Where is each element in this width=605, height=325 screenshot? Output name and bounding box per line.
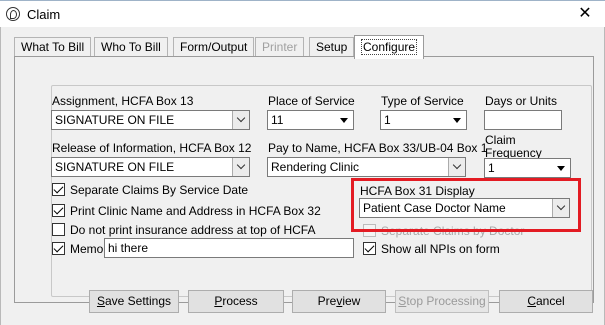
pay-to-name-value: Rendering Clinic [271, 160, 360, 174]
assignment-label: Assignment, HCFA Box 13 [52, 94, 194, 108]
claim-frequency-label-line1: Claim [485, 133, 516, 147]
preview-label-end: iew [342, 294, 361, 308]
print-clinic-name-label: Print Clinic Name and Address in HCFA Bo… [70, 204, 321, 218]
pay-to-name-label: Pay to Name, HCFA Box 33/UB-04 Box 1 [268, 141, 488, 155]
release-info-select[interactable]: SIGNATURE ON FILE [51, 157, 250, 177]
memo-checkbox[interactable] [52, 242, 65, 255]
release-info-label: Release of Information, HCFA Box 12 [52, 141, 252, 155]
cancel-mnemonic: C [527, 294, 536, 308]
tab-form-output[interactable]: Form/Output [173, 37, 255, 57]
close-button[interactable]: ✕ [572, 4, 598, 24]
tab-setup[interactable]: Setup [309, 37, 355, 57]
release-info-value: SIGNATURE ON FILE [55, 160, 175, 174]
memo-input[interactable]: hi there [104, 238, 354, 258]
stop-processing-button: Stop Processing [395, 290, 489, 313]
no-insurance-address-checkbox[interactable] [52, 223, 65, 236]
type-of-service-value: 1 [384, 113, 391, 127]
title-bar: Claim ✕ [0, 0, 605, 27]
separate-claims-date-label: Separate Claims By Service Date [70, 183, 249, 197]
process-button[interactable]: Process [188, 290, 284, 313]
chevron-down-icon[interactable] [448, 158, 465, 176]
no-insurance-address-label: Do not print insurance address at top of… [70, 223, 316, 237]
app-logo-icon [6, 7, 20, 21]
highlight-box [351, 178, 581, 232]
window-title: Claim [27, 7, 61, 22]
show-all-npis-checkbox[interactable] [363, 242, 376, 255]
type-of-service-label: Type of Service [381, 94, 464, 108]
chevron-down-icon[interactable] [232, 158, 249, 176]
days-or-units-label: Days or Units [485, 94, 558, 108]
preview-button[interactable]: Preview [292, 290, 386, 313]
print-clinic-name-checkbox[interactable] [52, 204, 65, 217]
assignment-select[interactable]: SIGNATURE ON FILE [51, 110, 250, 130]
preview-label-start: Pre [317, 294, 337, 308]
save-settings-button[interactable]: Save Settings [89, 290, 179, 313]
dropdown-arrow-icon[interactable] [553, 159, 570, 177]
tab-who-to-bill[interactable]: Who To Bill [94, 37, 168, 57]
type-of-service-select[interactable]: 1 [380, 110, 467, 130]
memo-value: hi there [108, 241, 149, 255]
save-settings-mnemonic: S [96, 294, 105, 308]
dropdown-arrow-icon[interactable] [449, 111, 466, 129]
dialog-body: What To Bill Who To Bill Form/Output Pri… [0, 27, 605, 325]
tab-configure-label: Configure [361, 39, 418, 55]
stop-processing-label: top Processing [406, 294, 486, 308]
save-settings-label: ave Settings [104, 294, 172, 308]
days-or-units-input[interactable] [484, 110, 562, 130]
dropdown-arrow-icon[interactable] [336, 111, 353, 129]
cancel-button[interactable]: Cancel [499, 290, 593, 313]
process-label: rocess [222, 294, 258, 308]
tab-printer: Printer [255, 37, 305, 57]
assignment-value: SIGNATURE ON FILE [55, 113, 175, 127]
pay-to-name-select[interactable]: Rendering Clinic [267, 157, 466, 177]
memo-label: Memo: [70, 242, 107, 256]
tab-what-to-bill[interactable]: What To Bill [14, 37, 92, 57]
claim-frequency-select[interactable]: 1 [484, 158, 571, 178]
place-of-service-value: 11 [271, 113, 284, 127]
separate-claims-date-checkbox[interactable] [52, 183, 65, 196]
cancel-label: ancel [535, 294, 565, 308]
show-all-npis-label: Show all NPIs on form [381, 242, 500, 256]
place-of-service-select[interactable]: 11 [267, 110, 354, 130]
tab-configure[interactable]: Configure [354, 35, 425, 59]
chevron-down-icon[interactable] [232, 111, 249, 129]
place-of-service-label: Place of Service [268, 94, 355, 108]
claim-frequency-value: 1 [488, 161, 495, 175]
